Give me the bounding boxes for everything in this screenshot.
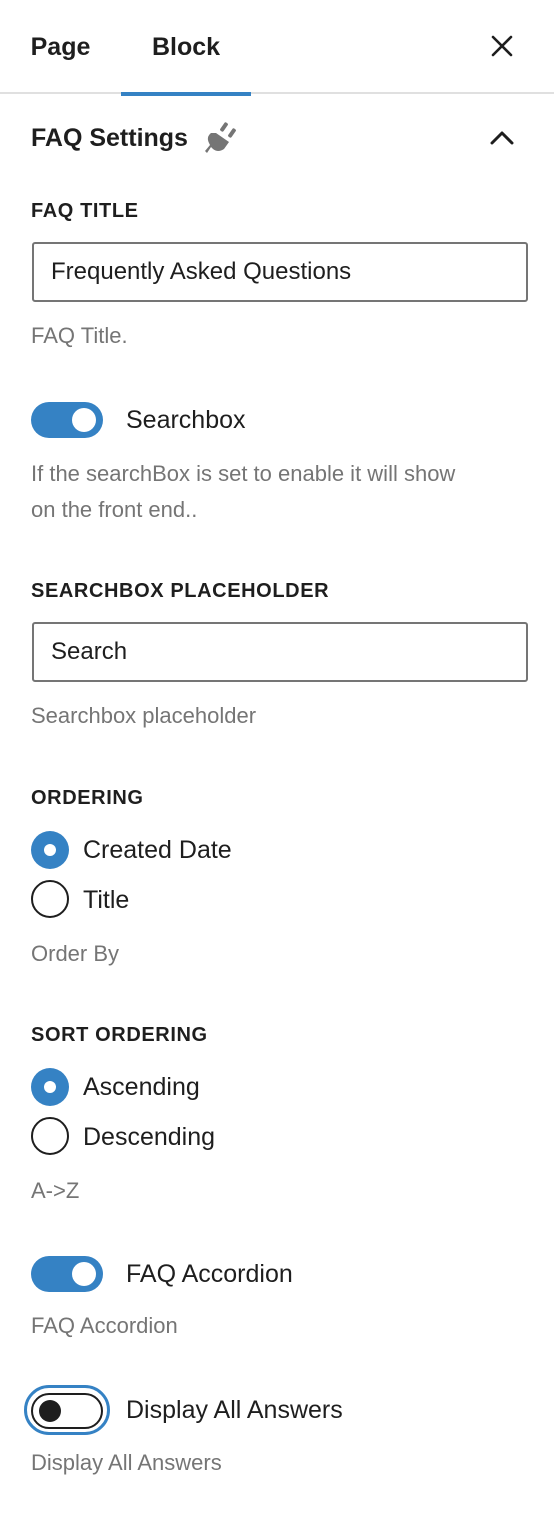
chevron-up-icon (490, 131, 514, 145)
faq-settings-panel-toggle[interactable]: FAQ Settings (0, 96, 554, 182)
close-button[interactable] (478, 22, 526, 70)
display-all-answers-help: Display All Answers (31, 1450, 222, 1475)
searchbox-placeholder-help: Searchbox placeholder (31, 703, 257, 728)
sort-option-descending[interactable]: Descending (83, 1123, 215, 1152)
faq-title-label: FAQ TITLE (31, 200, 139, 222)
ordering-radio-created-date[interactable] (31, 831, 69, 869)
panel-title: FAQ Settings (31, 124, 188, 152)
sort-ordering-help: A->Z (31, 1178, 80, 1203)
display-all-answers-toggle-label[interactable]: Display All Answers (126, 1396, 343, 1425)
searchbox-help-line1: If the searchBox is set to enable it wil… (31, 461, 456, 486)
tab-page[interactable]: Page (0, 0, 121, 94)
toggle-knob (72, 1262, 96, 1286)
searchbox-toggle[interactable] (31, 402, 103, 438)
faq-accordion-toggle[interactable] (31, 1256, 103, 1292)
radio-dot (44, 844, 56, 856)
sidebar-header: Page Block (0, 0, 554, 96)
sort-option-ascending[interactable]: Ascending (83, 1073, 200, 1102)
radio-dot (44, 1081, 56, 1093)
close-icon (491, 35, 513, 57)
ordering-option-created-date[interactable]: Created Date (83, 836, 232, 865)
ordering-label: ORDERING (31, 787, 144, 809)
sort-radio-ascending[interactable] (31, 1068, 69, 1106)
faq-title-help: FAQ Title. (31, 323, 128, 348)
sort-ordering-label: SORT ORDERING (31, 1024, 208, 1046)
display-all-answers-toggle[interactable] (31, 1393, 103, 1429)
sort-radio-descending[interactable] (31, 1117, 69, 1155)
ordering-radio-title[interactable] (31, 880, 69, 918)
searchbox-placeholder-label: SEARCHBOX PLACEHOLDER (31, 580, 330, 602)
faq-title-input[interactable] (32, 242, 528, 302)
ordering-option-title[interactable]: Title (83, 886, 129, 915)
searchbox-help-line2: on the front end.. (31, 497, 198, 522)
toggle-knob (72, 408, 96, 432)
searchbox-placeholder-input[interactable] (32, 622, 528, 682)
faq-accordion-toggle-label[interactable]: FAQ Accordion (126, 1260, 293, 1289)
tab-block[interactable]: Block (121, 0, 251, 96)
ordering-help: Order By (31, 941, 120, 966)
faq-accordion-help: FAQ Accordion (31, 1313, 178, 1338)
plug-icon (205, 122, 236, 153)
searchbox-toggle-label[interactable]: Searchbox (126, 406, 246, 435)
toggle-knob (39, 1400, 61, 1422)
